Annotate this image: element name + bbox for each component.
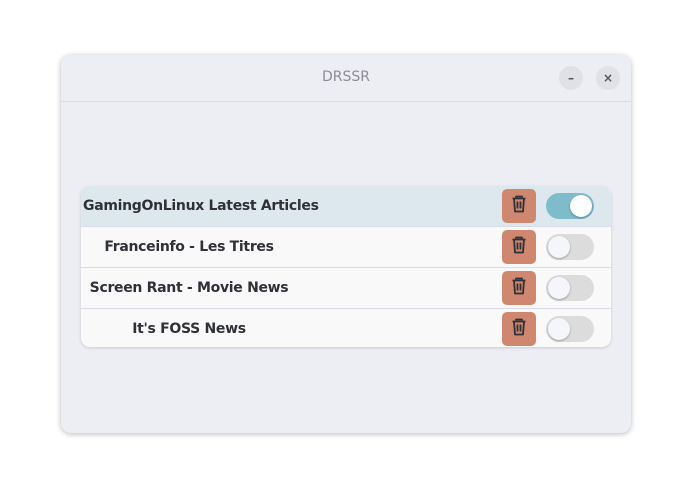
trash-icon	[511, 277, 527, 299]
feed-row[interactable]: Screen Rant - Movie News	[81, 268, 611, 309]
title-bar: DRSSR – ×	[61, 55, 631, 102]
app-window: DRSSR – × GamingOnLinux Latest Articles …	[61, 55, 631, 433]
toggle-knob	[548, 277, 570, 299]
feed-name: It's FOSS News	[132, 321, 246, 337]
feed-list: GamingOnLinux Latest Articles Franceinfo…	[81, 186, 611, 347]
feed-row[interactable]: GamingOnLinux Latest Articles	[81, 186, 611, 227]
feed-enabled-toggle[interactable]	[546, 275, 594, 301]
toggle-knob	[548, 236, 570, 258]
delete-feed-button[interactable]	[502, 189, 536, 223]
trash-icon	[511, 318, 527, 340]
window-title: DRSSR	[321, 69, 370, 85]
feed-name: Franceinfo - Les Titres	[104, 239, 274, 255]
close-button[interactable]: ×	[596, 66, 620, 90]
delete-feed-button[interactable]	[502, 312, 536, 346]
toggle-knob	[570, 195, 592, 217]
feed-row[interactable]: It's FOSS News	[81, 309, 611, 347]
feed-name: GamingOnLinux Latest Articles	[83, 198, 319, 214]
trash-icon	[511, 236, 527, 258]
trash-icon	[511, 195, 527, 217]
toggle-knob	[548, 318, 570, 340]
feed-enabled-toggle[interactable]	[546, 193, 594, 219]
feed-name: Screen Rant - Movie News	[89, 280, 289, 296]
minimize-button[interactable]: –	[559, 66, 583, 90]
delete-feed-button[interactable]	[502, 230, 536, 264]
feed-enabled-toggle[interactable]	[546, 316, 594, 342]
feed-enabled-toggle[interactable]	[546, 234, 594, 260]
feed-row[interactable]: Franceinfo - Les Titres	[81, 227, 611, 268]
delete-feed-button[interactable]	[502, 271, 536, 305]
